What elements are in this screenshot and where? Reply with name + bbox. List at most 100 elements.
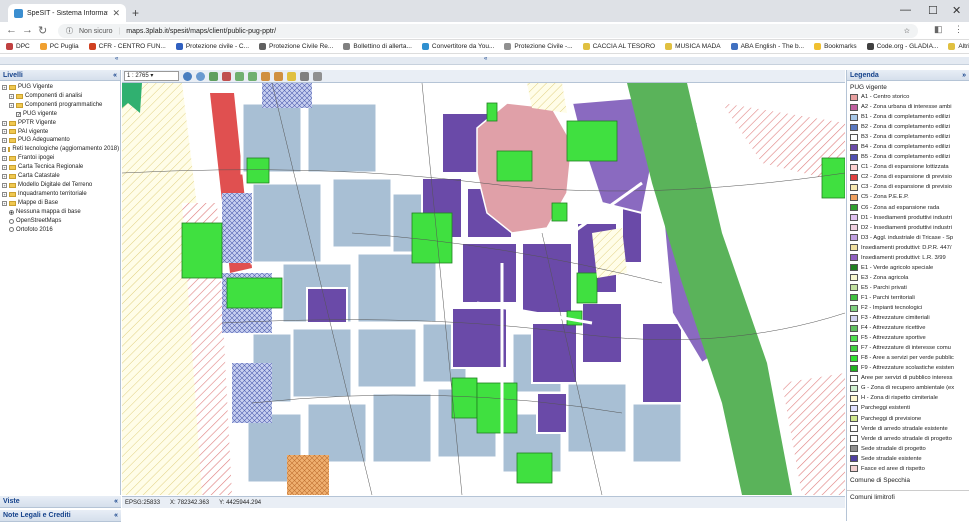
bookmark-item[interactable]: Bookmarks [814,43,857,50]
layer-tree-item[interactable]: + PUG Adeguamento [2,136,118,145]
layer-tree-item[interactable]: + PUG Vigente [2,83,118,92]
bookmark-item[interactable]: Protezione Civile -... [504,43,573,50]
zoom-in-icon[interactable] [209,71,218,81]
export-icon[interactable] [313,71,322,81]
close-window-icon[interactable]: ✕ [952,4,961,17]
map-svg[interactable] [122,83,845,495]
bookmark-icon [582,43,590,50]
bookmark-item[interactable]: CFR - CENTRO FUN... [88,43,166,50]
map-canvas[interactable] [122,83,845,495]
scale-select[interactable]: 1 : 2765 ▾ [124,71,179,81]
expand-icon[interactable]: + [2,156,7,162]
previous-view-icon[interactable] [235,71,244,81]
layer-tree-item[interactable]: + Carta Catastale [2,172,118,181]
expand-legal-icon[interactable]: « [114,512,118,519]
app-top-bar: « « [0,56,969,65]
layer-tree-item[interactable]: + PPTR Vigente [2,119,118,128]
close-tab-icon[interactable]: ✕ [112,8,120,19]
legend-label: B1 - Zona di completamento edilizi [861,114,950,121]
legend-label: Sede stradale esistente [861,455,922,462]
layer-tree-item[interactable]: + Frantoi ipogei [2,154,118,163]
bookmark-label: PC Puglia [49,43,79,50]
next-view-icon[interactable] [248,71,257,81]
bookmark-item[interactable]: Convertitore da You... [421,43,494,50]
measure-area-icon[interactable] [274,71,283,81]
legend-item: F4 - Attrezzature ricettive [847,323,969,333]
bookmark-item[interactable]: Code.org - GLADIA... [866,43,938,50]
layer-tree-item[interactable]: + Reti tecnologiche (aggiornamento 2018) [2,145,119,154]
layer-tree-item[interactable]: + Carta Tecnica Regionale [2,163,118,172]
legal-panel[interactable]: Note Legali e Crediti « [0,510,121,522]
bookmark-icon [175,43,183,50]
bookmark-item[interactable]: Bollettino di allerta... [343,43,412,50]
info-tool-icon[interactable] [183,71,192,81]
collapse-panel-icon[interactable]: « [113,72,117,79]
bookmark-item[interactable]: MUSICA MADA [665,43,721,50]
layer-tree-item[interactable]: + PAI vigente [2,128,118,137]
folder-icon [8,147,11,153]
layer-tree-item[interactable]: + Inquadramento territoriale [2,190,118,199]
expand-icon[interactable]: + [2,138,7,144]
extension-icon[interactable]: ◧ [934,24,943,35]
layer-checkbox[interactable]: ✓ [16,111,21,117]
layer-tree-item[interactable]: Nessuna mappa di base [2,208,118,217]
layer-tree-item[interactable]: + Modello Digitale del Terreno [2,181,118,190]
layer-tree-item[interactable]: OpenStreetMaps [2,217,118,226]
minimize-icon[interactable]: — [900,4,911,16]
zoom-out-icon[interactable] [222,71,231,81]
expand-icon[interactable]: + [2,174,7,180]
status-bar: EPSG:25833 X: 782342.363 Y: 4425944.294 [122,496,845,508]
expand-icon[interactable]: + [2,165,7,171]
viste-panel[interactable]: Viste « [0,496,121,508]
basemap-radio[interactable] [9,227,14,233]
forward-icon[interactable]: → [22,24,33,36]
layer-tree-item[interactable]: ✓ PUG vigente [2,110,118,119]
layer-tree-label: Carta Tecnica Regionale [18,164,84,171]
bookmark-item[interactable]: Protezione civile - C... [175,43,249,50]
legend-item: Sede stradale esistente [847,454,969,464]
expand-icon[interactable]: + [2,182,7,188]
layer-tree-item[interactable]: + Mappe di Base [2,199,118,208]
expand-icon[interactable]: + [2,191,7,197]
bookmark-item[interactable]: ABA English - The b... [730,43,804,50]
bookmark-item[interactable]: DPC [6,43,30,50]
expand-icon[interactable]: + [9,102,14,108]
basemap-radio[interactable] [9,209,14,215]
print-icon[interactable] [300,71,309,81]
maximize-icon[interactable]: ☐ [928,4,938,17]
expand-icon[interactable]: + [2,84,7,90]
basemap-radio[interactable] [9,218,14,224]
bookmark-item[interactable]: PC Puglia [39,43,79,50]
expand-icon[interactable]: + [2,147,7,153]
collapse-top-icon[interactable]: « [484,56,487,62]
layer-tree-item[interactable]: Ortofoto 2016 [2,226,118,235]
legend-label: B4 - Zona di completamento edilizi [861,144,950,151]
collapse-left-icon[interactable]: « [115,56,118,62]
layer-tree-item[interactable]: + Componenti di analisi [2,92,118,101]
bookmark-item[interactable]: CACCIA AL TESORO [582,43,655,50]
url-field[interactable]: ⓘ Non sicuro | maps.3plab.it/spesit/maps… [58,24,918,38]
legend-label: Aree per servizi di pubblico interess [861,375,953,382]
measure-line-icon[interactable] [261,71,270,81]
new-tab-button[interactable]: + [132,6,139,20]
expand-viste-icon[interactable]: « [114,498,118,505]
bookmark-item[interactable]: Altri Preferiti [948,43,969,50]
bookmark-star-icon[interactable] [287,71,296,81]
star-icon[interactable]: ☆ [904,27,910,35]
zoom-extent-icon[interactable] [196,71,205,81]
legend-item: Verde di arredo stradale di progetto [847,434,969,444]
info-icon[interactable]: ⓘ [66,26,73,36]
reload-icon[interactable]: ↻ [38,24,47,37]
collapse-legend-icon[interactable]: » [962,72,966,79]
expand-icon[interactable]: + [9,93,14,99]
expand-icon[interactable]: + [2,200,7,206]
expand-icon[interactable]: + [2,120,7,126]
back-icon[interactable]: ← [6,24,17,36]
folder-icon [9,120,16,126]
browser-tab[interactable]: SpeSIT - Sistema Informativo Terr ✕ [8,4,126,22]
layer-tree-item[interactable]: + Componenti programmatiche [2,101,118,110]
legend-swatch [850,264,858,272]
expand-icon[interactable]: + [2,129,7,135]
menu-icon[interactable]: ⋮ [954,24,963,35]
bookmark-item[interactable]: Protezione Civile Re... [259,43,333,50]
